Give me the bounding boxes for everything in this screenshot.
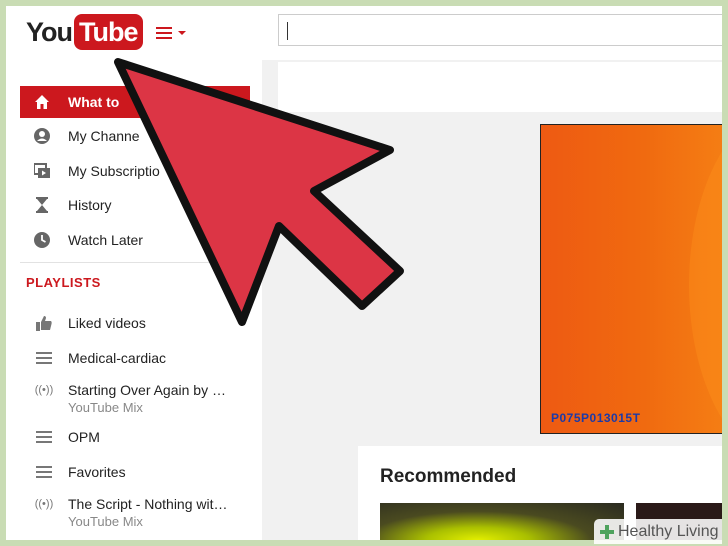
pointer-arrow-icon: [114, 58, 404, 326]
medical-cross-icon: [600, 524, 614, 539]
healthy-living-watermark: Healthy Living: [594, 519, 722, 544]
watermark-text: Healthy Living: [618, 522, 719, 540]
